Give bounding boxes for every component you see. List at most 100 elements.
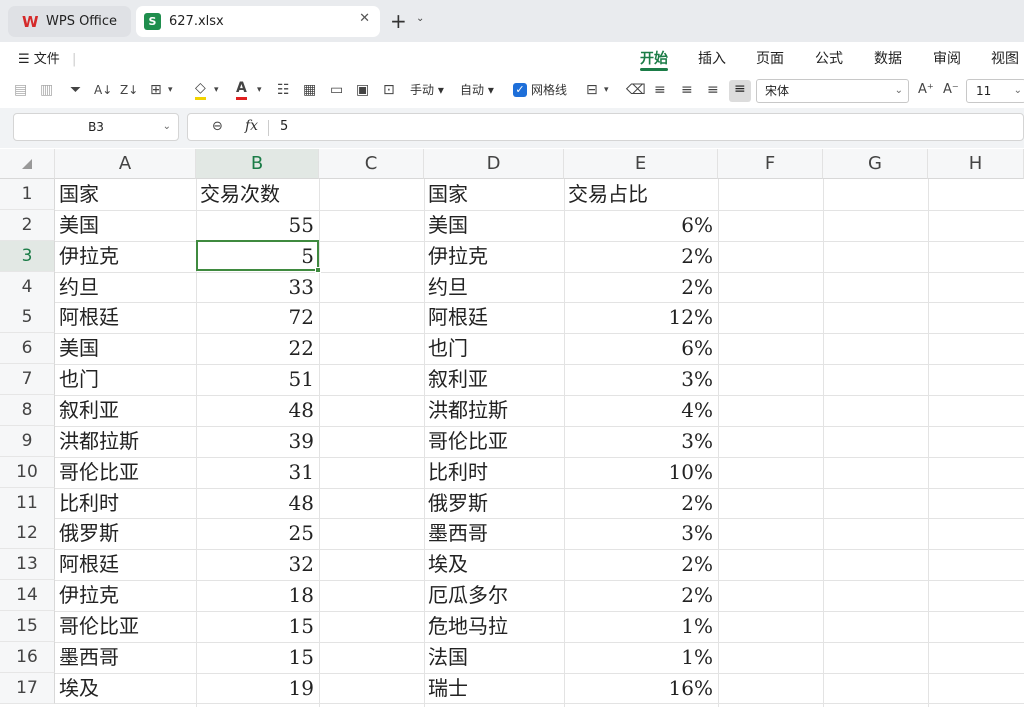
cell-a17[interactable]: 埃及 — [55, 673, 196, 704]
cell-d3[interactable]: 伊拉克 — [424, 241, 564, 272]
column-header-g[interactable]: G — [823, 149, 928, 179]
row-header[interactable]: 1 — [0, 179, 55, 210]
chevron-down-icon[interactable]: ▾ — [257, 80, 262, 100]
column-header-c[interactable]: C — [319, 149, 424, 179]
column-header-h[interactable]: H — [928, 149, 1024, 179]
merge-cells-icon[interactable]: ▦ — [303, 80, 316, 100]
tab-data[interactable]: 数据 — [874, 48, 902, 68]
manual-calc-button[interactable]: 手动 ▾ — [410, 80, 444, 100]
cell-b15[interactable]: 15 — [196, 611, 319, 642]
cell-b4[interactable]: 33 — [196, 272, 319, 303]
cell-e17[interactable]: 16% — [564, 673, 718, 704]
cell-e10[interactable]: 10% — [564, 457, 718, 488]
cell-d1[interactable]: 国家 — [424, 179, 564, 210]
cell-b8[interactable]: 48 — [196, 395, 319, 426]
row-header[interactable]: 4 — [0, 271, 55, 303]
cell-b2[interactable]: 55 — [196, 210, 319, 241]
cell-a3[interactable]: 伊拉克 — [55, 241, 196, 272]
table-style-icon[interactable]: ▣ — [356, 80, 369, 100]
cell-a1[interactable]: 国家 — [55, 179, 196, 210]
cell-e14[interactable]: 2% — [564, 580, 718, 611]
align-center-icon[interactable]: ≡ — [681, 80, 693, 100]
cell-e13[interactable]: 2% — [564, 549, 718, 580]
row-header[interactable]: 7 — [0, 364, 55, 396]
cell-a13[interactable]: 阿根廷 — [55, 549, 196, 580]
cell-b10[interactable]: 31 — [196, 457, 319, 488]
tab-wps-office[interactable]: W WPS Office — [8, 6, 131, 37]
cell-e8[interactable]: 4% — [564, 395, 718, 426]
cell-d5[interactable]: 阿根廷 — [424, 302, 564, 333]
row-col-icon[interactable]: ▭ — [330, 80, 343, 100]
fx-icon[interactable]: fx — [245, 118, 258, 134]
column-header-e[interactable]: E — [564, 149, 718, 179]
font-color-icon[interactable]: A — [236, 80, 247, 100]
cell-b13[interactable]: 32 — [196, 549, 319, 580]
cell-d8[interactable]: 洪都拉斯 — [424, 395, 564, 426]
cell-a15[interactable]: 哥伦比亚 — [55, 611, 196, 642]
row-header[interactable]: 10 — [0, 456, 55, 488]
cell-d2[interactable]: 美国 — [424, 210, 564, 241]
chevron-down-icon[interactable]: ▾ — [168, 80, 173, 100]
cell-d11[interactable]: 俄罗斯 — [424, 488, 564, 519]
tab-review[interactable]: 审阅 — [933, 48, 961, 68]
row-header[interactable]: 2 — [0, 209, 55, 241]
cell-e16[interactable]: 1% — [564, 642, 718, 673]
cell-e6[interactable]: 6% — [564, 333, 718, 364]
cell-a11[interactable]: 比利时 — [55, 488, 196, 519]
cell-b12[interactable]: 25 — [196, 518, 319, 549]
tab-home[interactable]: 开始 — [640, 48, 668, 68]
cell-d12[interactable]: 墨西哥 — [424, 518, 564, 549]
cell-e12[interactable]: 3% — [564, 518, 718, 549]
fill-color-icon[interactable]: ◇ — [195, 80, 206, 100]
freeze-icon[interactable]: ⊡ — [383, 80, 395, 100]
cell-a8[interactable]: 叙利亚 — [55, 395, 196, 426]
row-header[interactable]: 15 — [0, 610, 55, 642]
tab-insert[interactable]: 插入 — [698, 48, 726, 68]
cell-d17[interactable]: 瑞士 — [424, 673, 564, 704]
zoom-icon[interactable]: ⊖ — [212, 119, 223, 134]
column-header-f[interactable]: F — [718, 149, 823, 179]
cell-a10[interactable]: 哥伦比亚 — [55, 457, 196, 488]
select-all-corner[interactable] — [0, 149, 55, 179]
cell-a14[interactable]: 伊拉克 — [55, 580, 196, 611]
cell-d7[interactable]: 叙利亚 — [424, 364, 564, 395]
font-family-select[interactable]: 宋体 ⌄ — [756, 79, 909, 103]
column-header-d[interactable]: D — [424, 149, 564, 179]
cell-a12[interactable]: 俄罗斯 — [55, 518, 196, 549]
cell-b6[interactable]: 22 — [196, 333, 319, 364]
row-header[interactable]: 17 — [0, 672, 55, 704]
row-header[interactable]: 11 — [0, 487, 55, 519]
chevron-down-icon[interactable]: ▾ — [214, 80, 219, 100]
new-tab-icon[interactable]: + — [390, 9, 407, 33]
close-tab-icon[interactable]: ✕ — [359, 11, 370, 26]
cell-e9[interactable]: 3% — [564, 426, 718, 457]
cell-e5[interactable]: 12% — [564, 302, 718, 333]
row-header[interactable]: 16 — [0, 641, 55, 673]
cell-e1[interactable]: 交易占比 — [564, 179, 718, 210]
formula-bar[interactable]: ⊖ fx 5 — [187, 113, 1024, 141]
cell-d6[interactable]: 也门 — [424, 333, 564, 364]
format-painter-icon[interactable]: ▥ — [40, 80, 53, 100]
cell-e2[interactable]: 6% — [564, 210, 718, 241]
align-left-icon[interactable]: ≡ — [654, 80, 666, 100]
cell-d13[interactable]: 埃及 — [424, 549, 564, 580]
cell-d15[interactable]: 危地马拉 — [424, 611, 564, 642]
sort-descending-icon[interactable]: Z↓ — [120, 80, 138, 100]
increase-font-icon[interactable]: A⁺ — [918, 80, 934, 100]
cell-a4[interactable]: 约旦 — [55, 272, 196, 303]
tab-formula[interactable]: 公式 — [815, 48, 843, 68]
chevron-down-icon[interactable]: ⌄ — [416, 13, 424, 24]
fill-handle[interactable] — [315, 267, 321, 273]
row-header[interactable]: 6 — [0, 333, 55, 365]
tab-view[interactable]: 视图 — [991, 48, 1019, 68]
auto-button[interactable]: 自动 ▾ — [460, 80, 494, 100]
cell-a5[interactable]: 阿根廷 — [55, 302, 196, 333]
row-header[interactable]: 5 — [0, 302, 55, 334]
file-menu[interactable]: ☰ 文件 | — [18, 48, 76, 67]
cell-b9[interactable]: 39 — [196, 426, 319, 457]
cell-e15[interactable]: 1% — [564, 611, 718, 642]
row-header[interactable]: 8 — [0, 394, 55, 426]
cell-e4[interactable]: 2% — [564, 272, 718, 303]
font-size-select[interactable]: 11 ⌄ — [966, 79, 1024, 103]
cell-e11[interactable]: 2% — [564, 488, 718, 519]
